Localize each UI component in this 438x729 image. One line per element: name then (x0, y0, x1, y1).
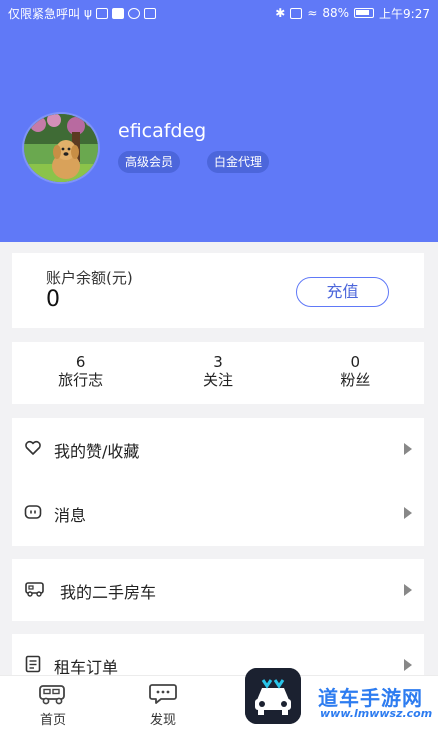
stat-following[interactable]: 3 关注 (149, 342, 286, 404)
badge-senior-member: 高级会员 (118, 151, 181, 173)
chevron-right-icon (404, 507, 412, 519)
avatar[interactable] (22, 112, 100, 184)
stat-travel-notes[interactable]: 6 旅行志 (12, 342, 149, 404)
location-icon (127, 7, 140, 19)
vibrate-icon (290, 7, 303, 19)
badge-platinum-agent: 白金代理 (207, 151, 270, 173)
message-icon (24, 505, 42, 519)
battery-percent: 88% (322, 6, 350, 20)
heart-icon (25, 440, 41, 455)
usb-icon: ψ (84, 6, 92, 20)
tab-home[interactable]: 首页 (13, 676, 93, 729)
balance-card: 账户余额(元) 0 充值 (12, 253, 424, 328)
stat-followers[interactable]: 0 粉丝 (287, 342, 424, 404)
menu-group-orders: 租车订单 (12, 634, 424, 678)
menu-item-likes-favorites[interactable]: 我的赞/收藏 (12, 418, 424, 480)
profile-header: 仅限紧急呼叫 ψ ✱ ≈ 88% 上午9:27 eficafdeg 高级会员 白… (0, 0, 438, 242)
menu-item-messages[interactable]: 消息 (12, 482, 424, 544)
clock: 上午9:27 (379, 6, 430, 21)
chevron-right-icon (404, 659, 412, 671)
battery-icon (354, 8, 375, 18)
menu-item-label: 我的二手房车 (60, 583, 157, 602)
bluetooth-icon: ✱ (275, 6, 286, 20)
stat-label: 粉丝 (340, 371, 371, 389)
message-icon (143, 7, 156, 19)
watermark-url: www.lmwwsz.com (320, 707, 433, 720)
menu-group-used-rv: 我的二手房车 (12, 559, 424, 621)
balance-label: 账户余额(元) (46, 269, 133, 287)
tab-label: 发现 (149, 713, 176, 728)
wifi-icon: ≈ (307, 6, 318, 20)
rv-icon (25, 582, 44, 597)
chevron-right-icon (404, 584, 412, 596)
stat-label: 旅行志 (58, 371, 104, 389)
menu-item-label: 我的赞/收藏 (54, 442, 140, 461)
watermark-logo (245, 668, 301, 724)
menu-item-rental-orders[interactable]: 租车订单 (12, 634, 424, 678)
stat-label: 关注 (202, 371, 233, 389)
stat-value: 0 (350, 353, 361, 371)
tab-label: 首页 (39, 713, 66, 728)
menu-item-label: 消息 (54, 506, 87, 525)
recharge-button[interactable]: 充值 (296, 277, 389, 307)
rv-home-icon (39, 685, 65, 705)
tab-discover[interactable]: 发现 (123, 676, 203, 729)
stat-value: 6 (75, 353, 86, 371)
stat-value: 3 (213, 353, 223, 371)
stats-card: 6 旅行志 3 关注 0 粉丝 (12, 342, 424, 404)
app-icon (111, 7, 124, 19)
menu-item-used-rv[interactable]: 我的二手房车 (12, 559, 424, 621)
chevron-right-icon (404, 443, 412, 455)
car-logo-icon (245, 668, 301, 724)
avatar-dog-image (24, 114, 98, 182)
balance-value: 0 (46, 287, 60, 312)
shield-icon (95, 7, 108, 19)
order-list-icon (25, 655, 41, 673)
status-bar: 仅限紧急呼叫 ψ ✱ ≈ 88% 上午9:27 (0, 0, 438, 26)
carrier-text: 仅限紧急呼叫 (8, 6, 81, 21)
username: eficafdeg (118, 120, 207, 142)
chat-bubble-icon (149, 684, 177, 704)
menu-group-main: 我的赞/收藏 消息 (12, 418, 424, 546)
